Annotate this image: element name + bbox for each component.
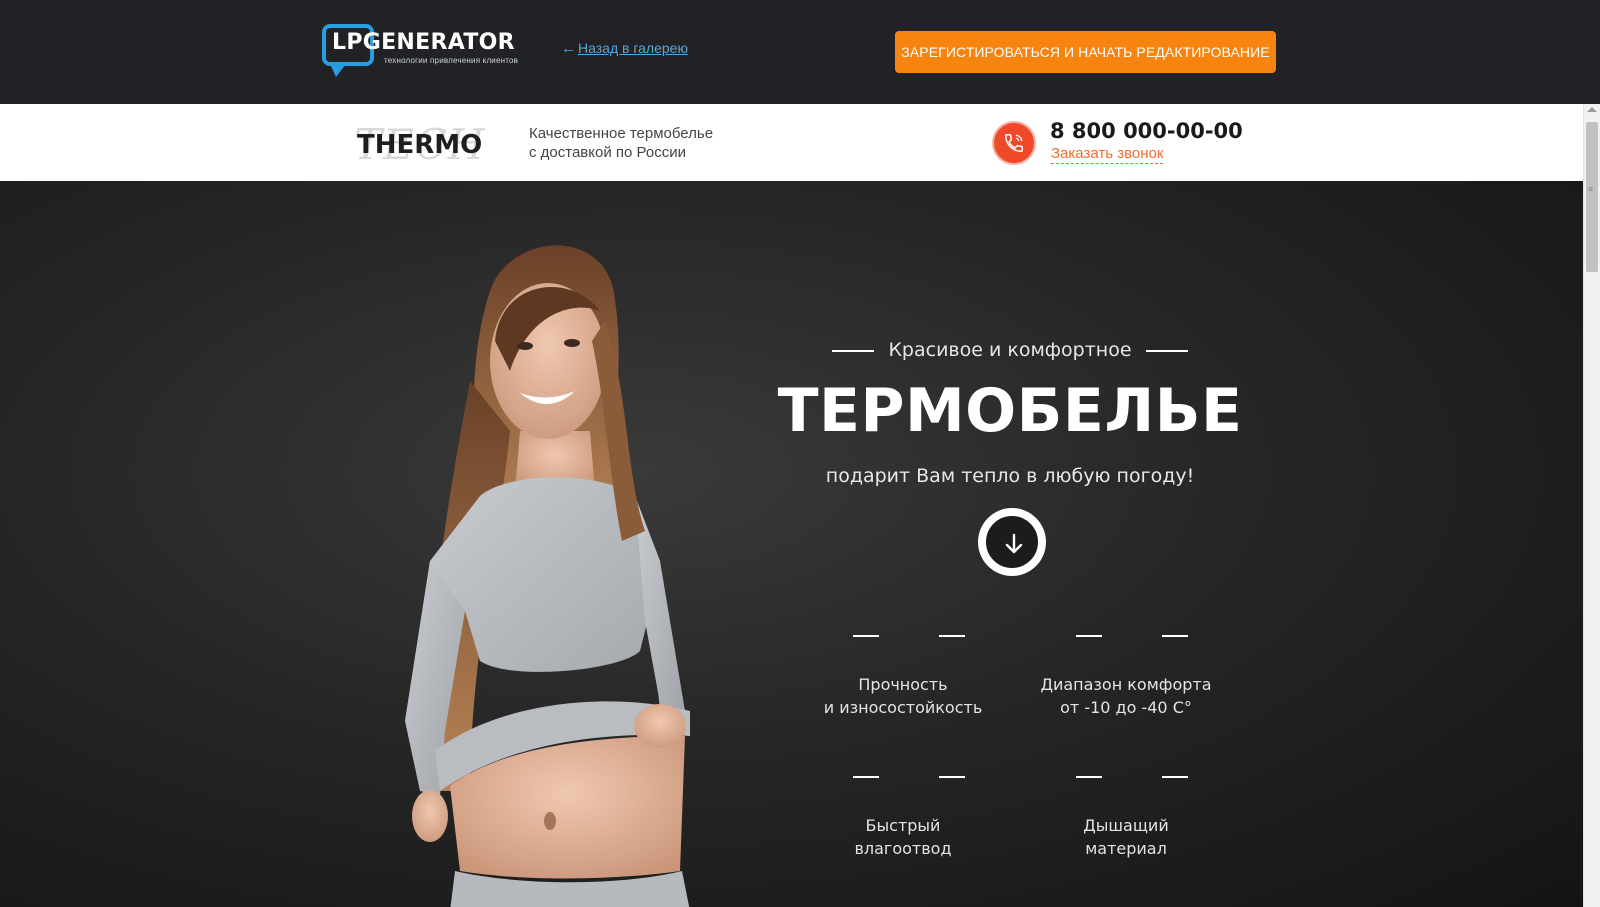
feature-moisture-wicking: Быстрый влагоотвод <box>803 776 1003 860</box>
brand-main-text: THERMO <box>357 130 483 160</box>
tagline-line-2: с доставкой по России <box>529 144 686 161</box>
lpgenerator-topbar: LPGENERATOR технологии привлечения клиен… <box>0 0 1600 104</box>
back-to-gallery-link[interactable]: ← Назад в галерею <box>561 40 688 57</box>
feature-durability: Прочность и износостойкость <box>803 635 1003 719</box>
tagline-line-1: Качественное термобелье <box>529 125 714 142</box>
thermotech-logo[interactable]: TECH THERMO <box>352 118 492 169</box>
phone-number: 8 800 000-00-00 <box>1050 119 1243 143</box>
hero-subtitle: подарит Вам тепло в любую погоду! <box>825 465 1195 487</box>
scroll-down-button[interactable] <box>981 511 1043 573</box>
logo-tagline: технологии привлечения клиентов <box>384 56 519 65</box>
site-header: TECH THERMO Качественное термобелье с до… <box>0 104 1583 181</box>
arrow-down-icon <box>1005 533 1023 554</box>
lpgenerator-logo[interactable]: LPGENERATOR технологии привлечения клиен… <box>322 22 522 82</box>
feature-comfort-range: Диапазон комфорта от -10 до -40 С° <box>1026 635 1226 719</box>
hero-title: ТЕРМОБЕЛЬЕ <box>777 376 1243 446</box>
hero-kicker: Красивое и комфортное <box>760 339 1260 361</box>
model-photo <box>405 245 690 907</box>
register-and-edit-button[interactable]: Зарегистироваться и начать редактировани… <box>895 31 1276 73</box>
scroll-thumb[interactable] <box>1586 122 1598 272</box>
scroll-up-arrow-icon[interactable] <box>1587 107 1597 112</box>
order-callback-link[interactable]: Заказать звонок <box>1051 145 1164 164</box>
logo-name: LPGENERATOR <box>332 30 515 55</box>
feature-breathable-material: Дышащий материал <box>1026 776 1226 860</box>
arrow-left-icon: ← <box>561 40 576 57</box>
kicker-dash-left <box>832 349 875 352</box>
hero-section: Красивое и комфортное ТЕРМОБЕЛЬЕ подарит… <box>0 181 1583 907</box>
hero-content: Красивое и комфортное ТЕРМОБЕЛЬЕ подарит… <box>760 181 1260 907</box>
header-tagline: Качественное термобелье с доставкой по Р… <box>529 124 713 162</box>
phone-icon[interactable] <box>994 123 1034 163</box>
kicker-dash-right <box>1145 349 1188 352</box>
page-scrollbar[interactable] <box>1583 104 1600 907</box>
